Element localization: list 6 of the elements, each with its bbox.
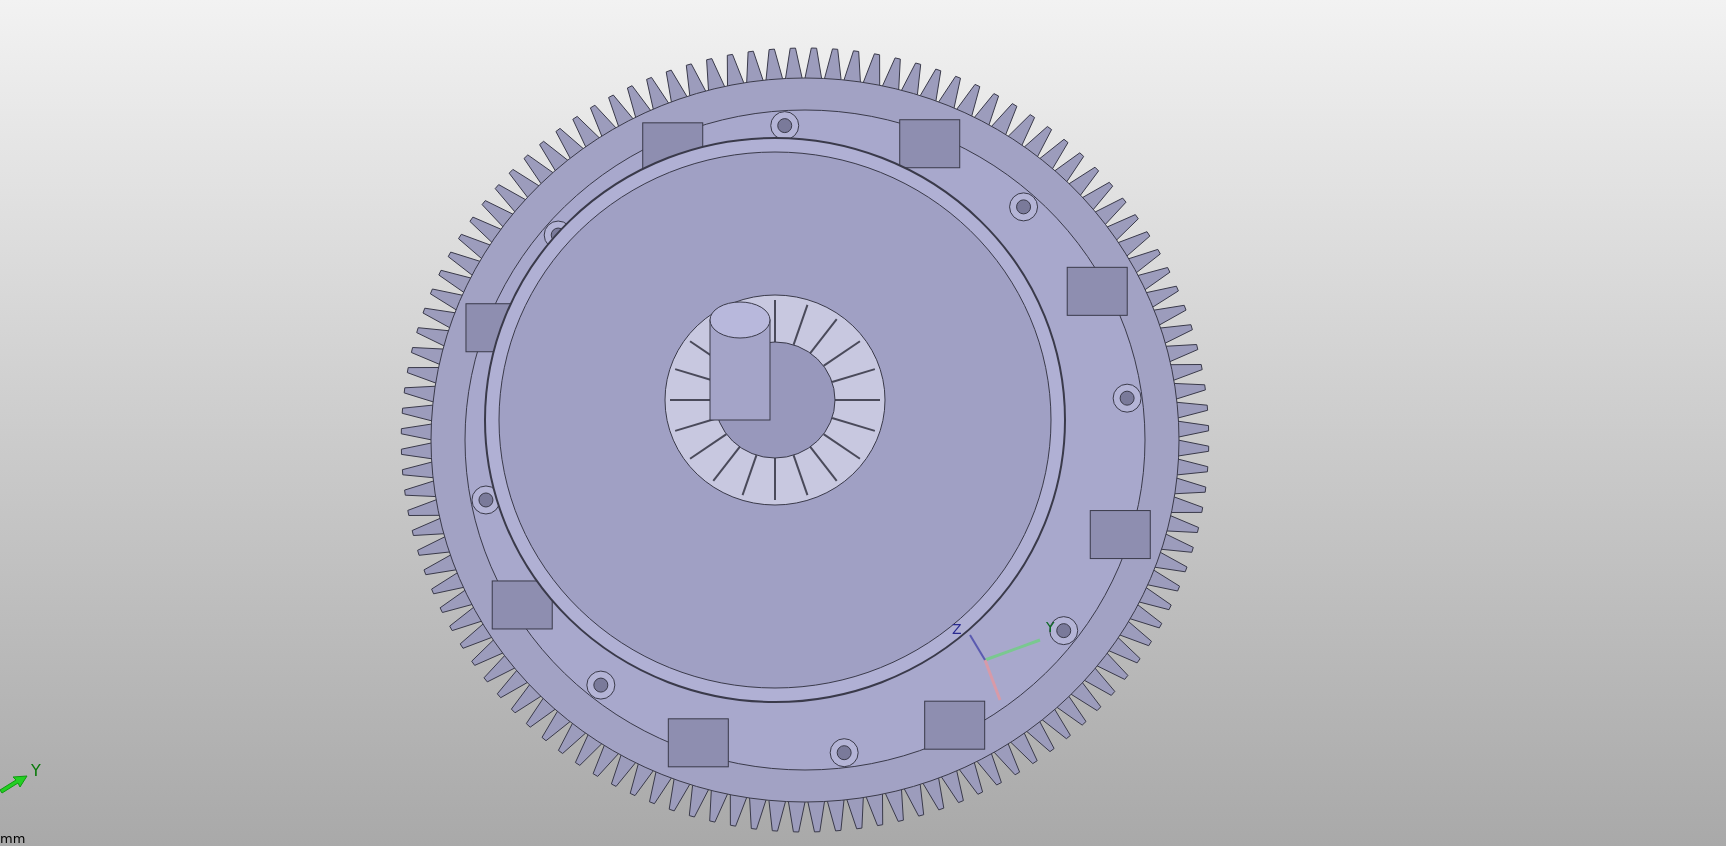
axis-triad-icon [969,634,1041,701]
axis-arrow-icon [0,772,28,794]
units-label: mm [0,832,26,845]
axis-label: Y [31,763,41,779]
axis-label: Y [1046,619,1055,635]
axis-label: Z [952,621,962,637]
